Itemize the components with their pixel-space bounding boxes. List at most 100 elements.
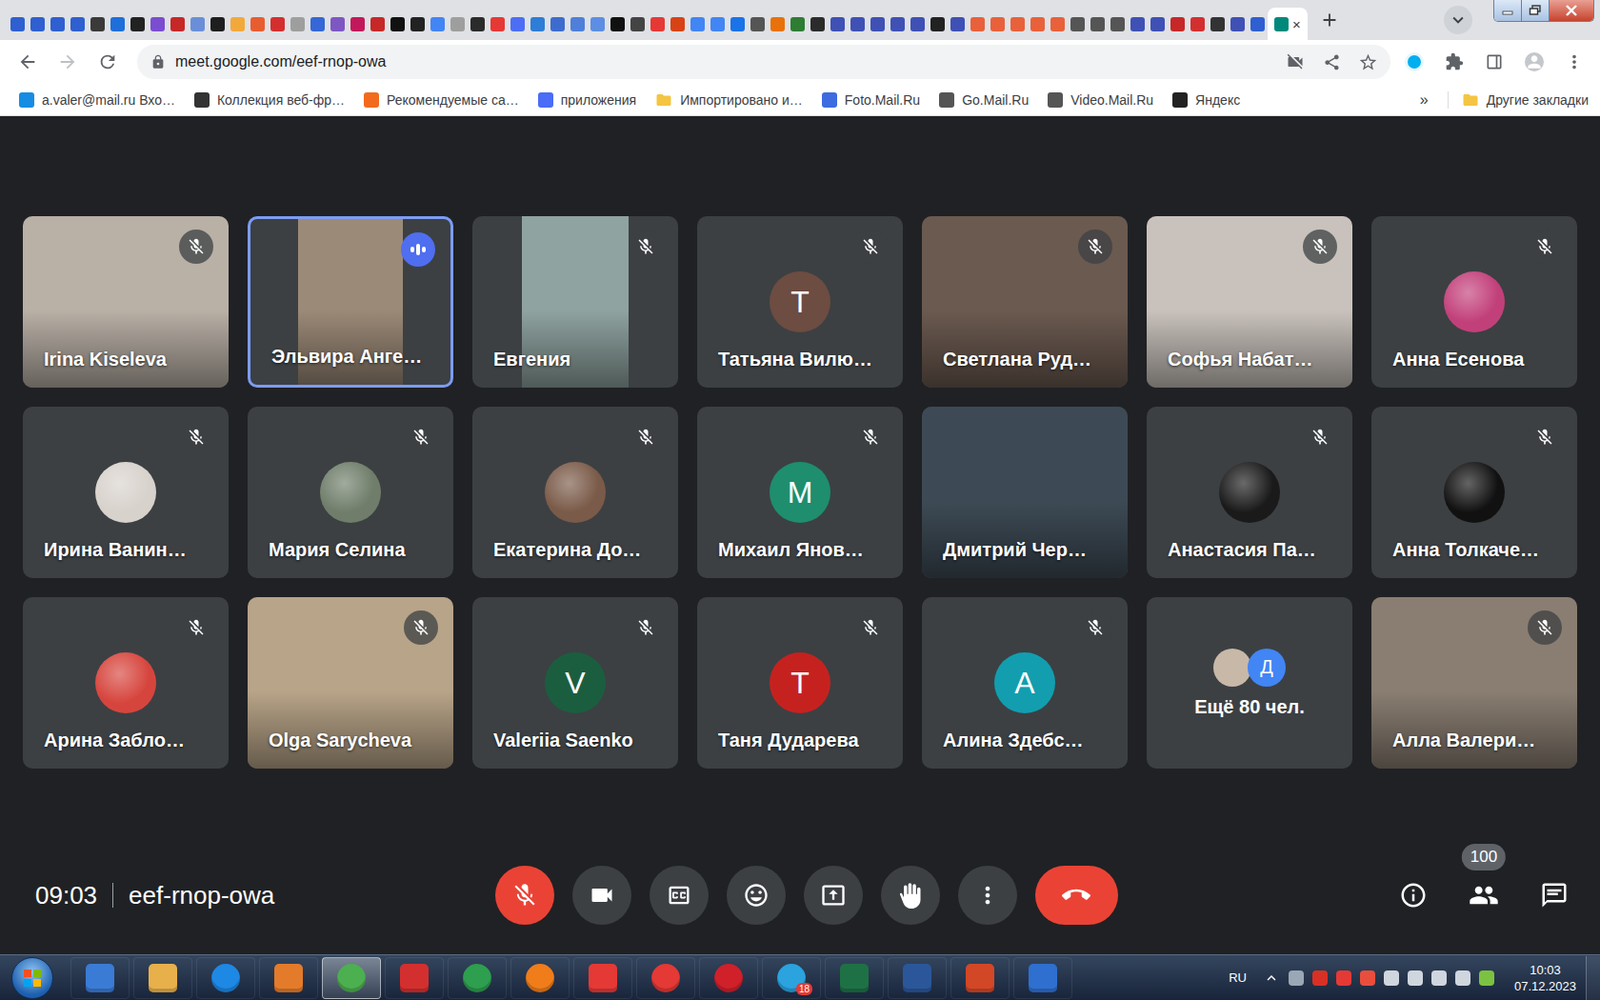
participant-tile[interactable]: Евгения: [472, 216, 679, 388]
browser-tab[interactable]: [107, 7, 128, 40]
participant-tile[interactable]: Irina Kiseleva: [22, 216, 229, 388]
taskbar-app[interactable]: [321, 957, 381, 1000]
participant-tile[interactable]: Анна Есенова: [1371, 216, 1578, 388]
new-tab-button[interactable]: [1313, 3, 1346, 37]
browser-tab[interactable]: [167, 7, 188, 40]
participant-tile[interactable]: Светлана Руд…: [921, 216, 1128, 388]
browser-tab[interactable]: ×: [1267, 7, 1308, 40]
browser-tab[interactable]: [1047, 7, 1068, 40]
bookmark-star-button[interactable]: [1354, 48, 1381, 76]
browser-tab[interactable]: [1007, 7, 1028, 40]
extensions-button[interactable]: [1438, 45, 1471, 79]
browser-tab[interactable]: [1247, 7, 1268, 40]
tab-search-button[interactable]: [1443, 5, 1473, 35]
tray-icon[interactable]: [1336, 970, 1352, 986]
browser-tab[interactable]: [367, 7, 388, 40]
raise-hand-button[interactable]: [880, 865, 940, 925]
browser-tab[interactable]: [7, 7, 28, 40]
browser-tab[interactable]: [587, 7, 608, 40]
taskbar-app[interactable]: [824, 957, 884, 1000]
profile-button[interactable]: [1518, 45, 1551, 79]
skype-extension-button[interactable]: [1398, 45, 1431, 79]
browser-tab[interactable]: [287, 7, 308, 40]
browser-tab[interactable]: [147, 7, 168, 40]
taskbar-app[interactable]: [384, 957, 444, 1000]
browser-tab[interactable]: [867, 7, 888, 40]
participant-tile[interactable]: Анна Толкаче…: [1371, 406, 1578, 579]
participant-tile[interactable]: Арина Забло…: [22, 597, 229, 769]
taskbar-app[interactable]: [699, 957, 759, 1000]
more-bookmarks-button[interactable]: »: [1410, 91, 1439, 109]
browser-tab[interactable]: [807, 7, 828, 40]
browser-tab[interactable]: [307, 7, 328, 40]
browser-tab[interactable]: [607, 7, 628, 40]
participant-tile[interactable]: Эльвира Анге…: [247, 216, 454, 388]
restore-button[interactable]: [1521, 0, 1550, 21]
browser-tab[interactable]: [507, 7, 528, 40]
taskbar-app[interactable]: [196, 957, 256, 1000]
browser-tab[interactable]: [667, 7, 688, 40]
browser-tab[interactable]: [447, 7, 468, 40]
back-button[interactable]: [11, 45, 44, 79]
taskbar-app[interactable]: [259, 957, 319, 1000]
taskbar-app[interactable]: [510, 957, 570, 1000]
participant-tile[interactable]: Екатерина До…: [472, 406, 679, 579]
browser-tab[interactable]: [1187, 7, 1208, 40]
browser-tab[interactable]: [1207, 7, 1228, 40]
browser-tab[interactable]: [187, 7, 208, 40]
browser-tab[interactable]: [1147, 7, 1168, 40]
browser-tab[interactable]: [207, 7, 228, 40]
taskbar-app[interactable]: 18: [761, 957, 821, 1000]
clock[interactable]: 10:0307.12.2023: [1514, 961, 1577, 995]
browser-tab[interactable]: [827, 7, 848, 40]
tray-icon[interactable]: [1431, 970, 1447, 986]
participant-tile[interactable]: Ирина Ванин…: [22, 406, 229, 579]
taskbar-app[interactable]: [950, 957, 1010, 1000]
bookmark[interactable]: Foto.Mail.Ru: [814, 88, 928, 112]
minimize-button[interactable]: [1494, 0, 1522, 21]
browser-tab[interactable]: [27, 7, 48, 40]
browser-tab[interactable]: [987, 7, 1008, 40]
address-bar[interactable]: meet.google.com/eef-rnop-owa: [137, 44, 1391, 80]
browser-tab[interactable]: [647, 7, 668, 40]
bookmark[interactable]: Go.Mail.Ru: [931, 88, 1037, 112]
bookmark[interactable]: Коллекция веб-фр…: [186, 88, 353, 112]
reload-button[interactable]: [91, 45, 124, 79]
browser-tab[interactable]: [247, 7, 268, 40]
participant-tile[interactable]: ТТаня Дударева: [697, 597, 903, 769]
taskbar-app[interactable]: [133, 957, 193, 1000]
browser-tab[interactable]: [1127, 7, 1148, 40]
forward-button[interactable]: [51, 45, 84, 79]
tray-icon[interactable]: [1288, 970, 1304, 986]
browser-tab[interactable]: [1027, 7, 1048, 40]
participant-tile[interactable]: Алла Валери…: [1371, 597, 1578, 769]
bookmark[interactable]: a.valer@mail.ru Вхо…: [11, 88, 183, 112]
captions-button[interactable]: [649, 865, 709, 925]
other-bookmarks[interactable]: Другие закладки: [1458, 87, 1593, 113]
meeting-info-button[interactable]: [1390, 872, 1437, 919]
browser-tab[interactable]: [747, 7, 768, 40]
taskbar-app[interactable]: [573, 957, 633, 1000]
close-window-button[interactable]: [1549, 0, 1594, 21]
participant-tile[interactable]: VValeriia Saenko: [472, 597, 679, 769]
present-button[interactable]: [803, 865, 863, 925]
browser-tab[interactable]: [927, 7, 948, 40]
camera-button[interactable]: [572, 865, 632, 925]
browser-tab[interactable]: [127, 7, 148, 40]
browser-tab[interactable]: [627, 7, 648, 40]
browser-tab[interactable]: [487, 7, 508, 40]
people-button[interactable]: 100: [1460, 872, 1507, 919]
show-desktop-button[interactable]: [1585, 956, 1600, 1000]
browser-tab[interactable]: [67, 7, 88, 40]
browser-tab[interactable]: [267, 7, 288, 40]
browser-tab[interactable]: [947, 7, 968, 40]
browser-tab[interactable]: [887, 7, 908, 40]
browser-tab[interactable]: [907, 7, 928, 40]
browser-tab[interactable]: [687, 7, 708, 40]
browser-tab[interactable]: [427, 7, 448, 40]
participant-tile[interactable]: ТТатьяна Вилю…: [697, 216, 903, 388]
browser-tab[interactable]: [1087, 7, 1108, 40]
participant-tile[interactable]: Анастасия Па…: [1146, 406, 1353, 579]
browser-tab[interactable]: [87, 7, 108, 40]
url-text[interactable]: meet.google.com/eef-rnop-owa: [175, 53, 1273, 71]
